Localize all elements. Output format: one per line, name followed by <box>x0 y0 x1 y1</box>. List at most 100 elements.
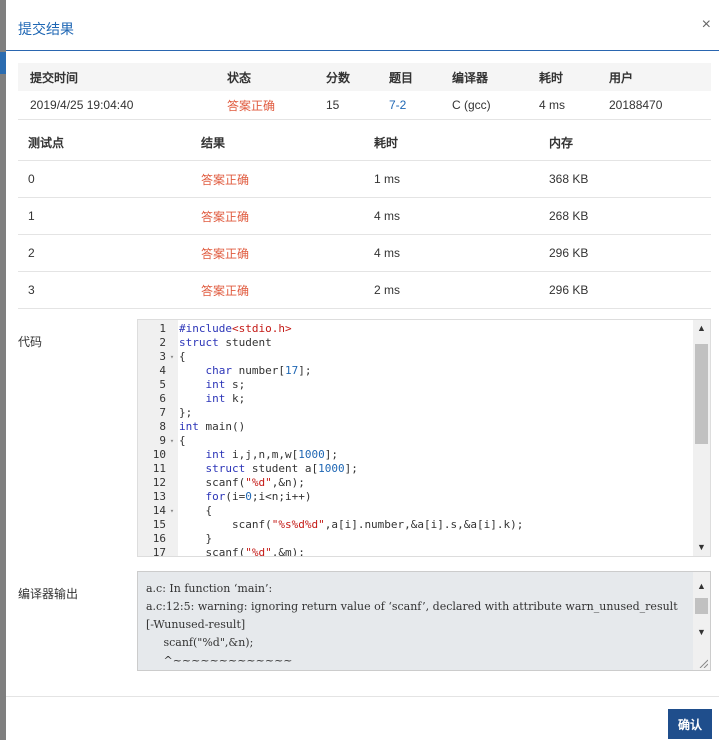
testcase-result: 答案正确 <box>191 197 364 235</box>
code-text: struct student a[1000]; <box>205 462 358 475</box>
scroll-thumb[interactable] <box>695 344 708 444</box>
submission-table: 提交时间 状态 分数 题目 编译器 耗时 用户 2019/4/25 19:04:… <box>18 63 711 120</box>
testcase-id: 0 <box>18 160 191 198</box>
code-text: } <box>179 532 213 545</box>
code-text: for(i=0;i<n;i++) <box>205 490 312 503</box>
confirm-button[interactable]: 确认 <box>668 709 712 739</box>
code-line: 16 } <box>138 532 212 546</box>
score: 15 <box>314 91 377 120</box>
code-text: scanf("%s%d%d",a[i].number,&a[i].s,&a[i]… <box>179 518 524 531</box>
submission-row: 2019/4/25 19:04:40 答案正确 15 7-2 C (gcc) 4… <box>18 91 711 120</box>
line-number: 13 <box>152 490 166 503</box>
code-line: 7}; <box>138 406 192 420</box>
testcase-time: 4 ms <box>364 197 539 235</box>
col-user: 用户 <box>597 63 711 91</box>
code-line: 3 ▾{ <box>138 350 185 364</box>
code-line: 2 struct student <box>138 336 271 350</box>
code-lines: 1 #include<stdio.h> 2 struct student 3 ▾{ 4… <box>138 322 524 557</box>
scroll-thumb[interactable] <box>695 598 708 614</box>
col-result: 结果 <box>191 124 364 161</box>
line-number: 5 <box>159 378 166 391</box>
col-elapsed: 耗时 <box>527 63 597 91</box>
code-text: { <box>179 434 186 447</box>
line-number: 6 <box>159 392 166 405</box>
line-number: 14 <box>152 504 166 517</box>
code-line: 13 for(i=0;i<n;i++) <box>138 490 312 504</box>
testcase-memory: 268 KB <box>539 197 711 235</box>
problem-link[interactable]: 7-2 <box>377 91 440 120</box>
fold-triangle-icon[interactable]: ▾ <box>166 504 178 518</box>
code-scrollbar[interactable]: ▲ ▼ <box>693 320 710 556</box>
modal-header: 提交结果 × <box>6 0 719 51</box>
testcase-id: 3 <box>18 271 191 309</box>
scroll-up-arrow-icon[interactable]: ▲ <box>693 578 710 595</box>
col-compiler: 编译器 <box>440 63 527 91</box>
compiler-output-box[interactable]: a.c: In function ‘main’: a.c:12:5: warni… <box>137 571 711 671</box>
code-line: 14 ▾ { <box>138 504 212 518</box>
line-number: 8 <box>159 420 166 433</box>
testcase-time: 4 ms <box>364 234 539 272</box>
table-row: 1 答案正确 4 ms 268 KB <box>18 197 711 235</box>
line-number: 3 <box>159 350 166 363</box>
compiler-output-label: 编译器输出 <box>18 587 79 601</box>
code-text: int main() <box>179 420 246 433</box>
col-time: 耗时 <box>364 124 539 161</box>
line-number: 17 <box>152 546 166 557</box>
testcase-memory: 368 KB <box>539 160 711 198</box>
code-text: { <box>179 350 186 363</box>
table-row: 3 答案正确 2 ms 296 KB <box>18 271 711 309</box>
testcase-memory: 296 KB <box>539 234 711 272</box>
code-line: 9 ▾{ <box>138 434 185 448</box>
user-id: 20188470 <box>597 91 711 120</box>
fold-triangle-icon[interactable]: ▾ <box>166 350 178 364</box>
col-testcase: 测试点 <box>18 124 191 161</box>
code-line: 12 scanf("%d",&n); <box>138 476 305 490</box>
line-number: 4 <box>159 364 166 377</box>
scroll-down-arrow-icon[interactable]: ▼ <box>693 539 710 556</box>
submission-result-modal: 提交结果 × 提交时间 状态 分数 题目 编译器 耗时 用户 2019/4/25… <box>6 0 719 740</box>
code-editor[interactable]: 1 #include<stdio.h> 2 struct student 3 ▾{ 4… <box>137 319 711 557</box>
code-line: 15 scanf("%s%d%d",a[i].number,&a[i].s,&a… <box>138 518 524 532</box>
modal-title: 提交结果 <box>18 21 74 37</box>
code-line: 4 char number[17]; <box>138 364 311 378</box>
scroll-down-arrow-icon[interactable]: ▼ <box>693 624 710 641</box>
code-line: 11 struct student a[1000]; <box>138 462 358 476</box>
code-text: { <box>179 504 213 517</box>
col-problem: 题目 <box>377 63 440 91</box>
code-line: 10 int i,j,n,m,w[1000]; <box>138 448 338 462</box>
line-number: 10 <box>152 448 166 461</box>
testcase-time: 2 ms <box>364 271 539 309</box>
testcase-result: 答案正确 <box>191 234 364 272</box>
testcase-result: 答案正确 <box>191 271 364 309</box>
code-line: 8 int main() <box>138 420 245 434</box>
code-text: scanf("%d",&n); <box>179 476 305 489</box>
compiler: C (gcc) <box>440 91 527 120</box>
line-number: 9 <box>159 434 166 447</box>
line-number: 7 <box>159 406 166 419</box>
line-number: 15 <box>152 518 166 531</box>
line-number: 1 <box>159 322 166 335</box>
scroll-up-arrow-icon[interactable]: ▲ <box>693 320 710 337</box>
resize-grip-icon[interactable] <box>698 658 708 668</box>
code-text: char number[17]; <box>205 364 312 377</box>
code-text: scanf("%d",&m); <box>179 546 305 557</box>
col-status: 状态 <box>215 63 314 91</box>
fold-triangle-icon[interactable]: ▾ <box>166 434 178 448</box>
code-label: 代码 <box>18 335 43 349</box>
testcase-header-row: 测试点 结果 耗时 内存 <box>18 124 711 161</box>
code-text: struct student <box>179 336 272 349</box>
submission-header-row: 提交时间 状态 分数 题目 编译器 耗时 用户 <box>18 63 711 91</box>
table-row: 0 答案正确 1 ms 368 KB <box>18 160 711 198</box>
compiler-scrollbar[interactable]: ▲ ▼ <box>693 572 710 670</box>
col-score: 分数 <box>314 63 377 91</box>
testcase-id: 1 <box>18 197 191 235</box>
code-text: int k; <box>205 392 246 405</box>
line-number: 11 <box>152 462 166 475</box>
close-icon[interactable]: × <box>702 17 711 33</box>
compiler-output-text: a.c: In function ‘main’: a.c:12:5: warni… <box>146 582 678 667</box>
submit-time: 2019/4/25 19:04:40 <box>18 91 215 120</box>
line-number: 2 <box>159 336 166 349</box>
testcase-memory: 296 KB <box>539 271 711 309</box>
table-row: 2 答案正确 4 ms 296 KB <box>18 234 711 272</box>
line-number: 16 <box>152 532 166 545</box>
